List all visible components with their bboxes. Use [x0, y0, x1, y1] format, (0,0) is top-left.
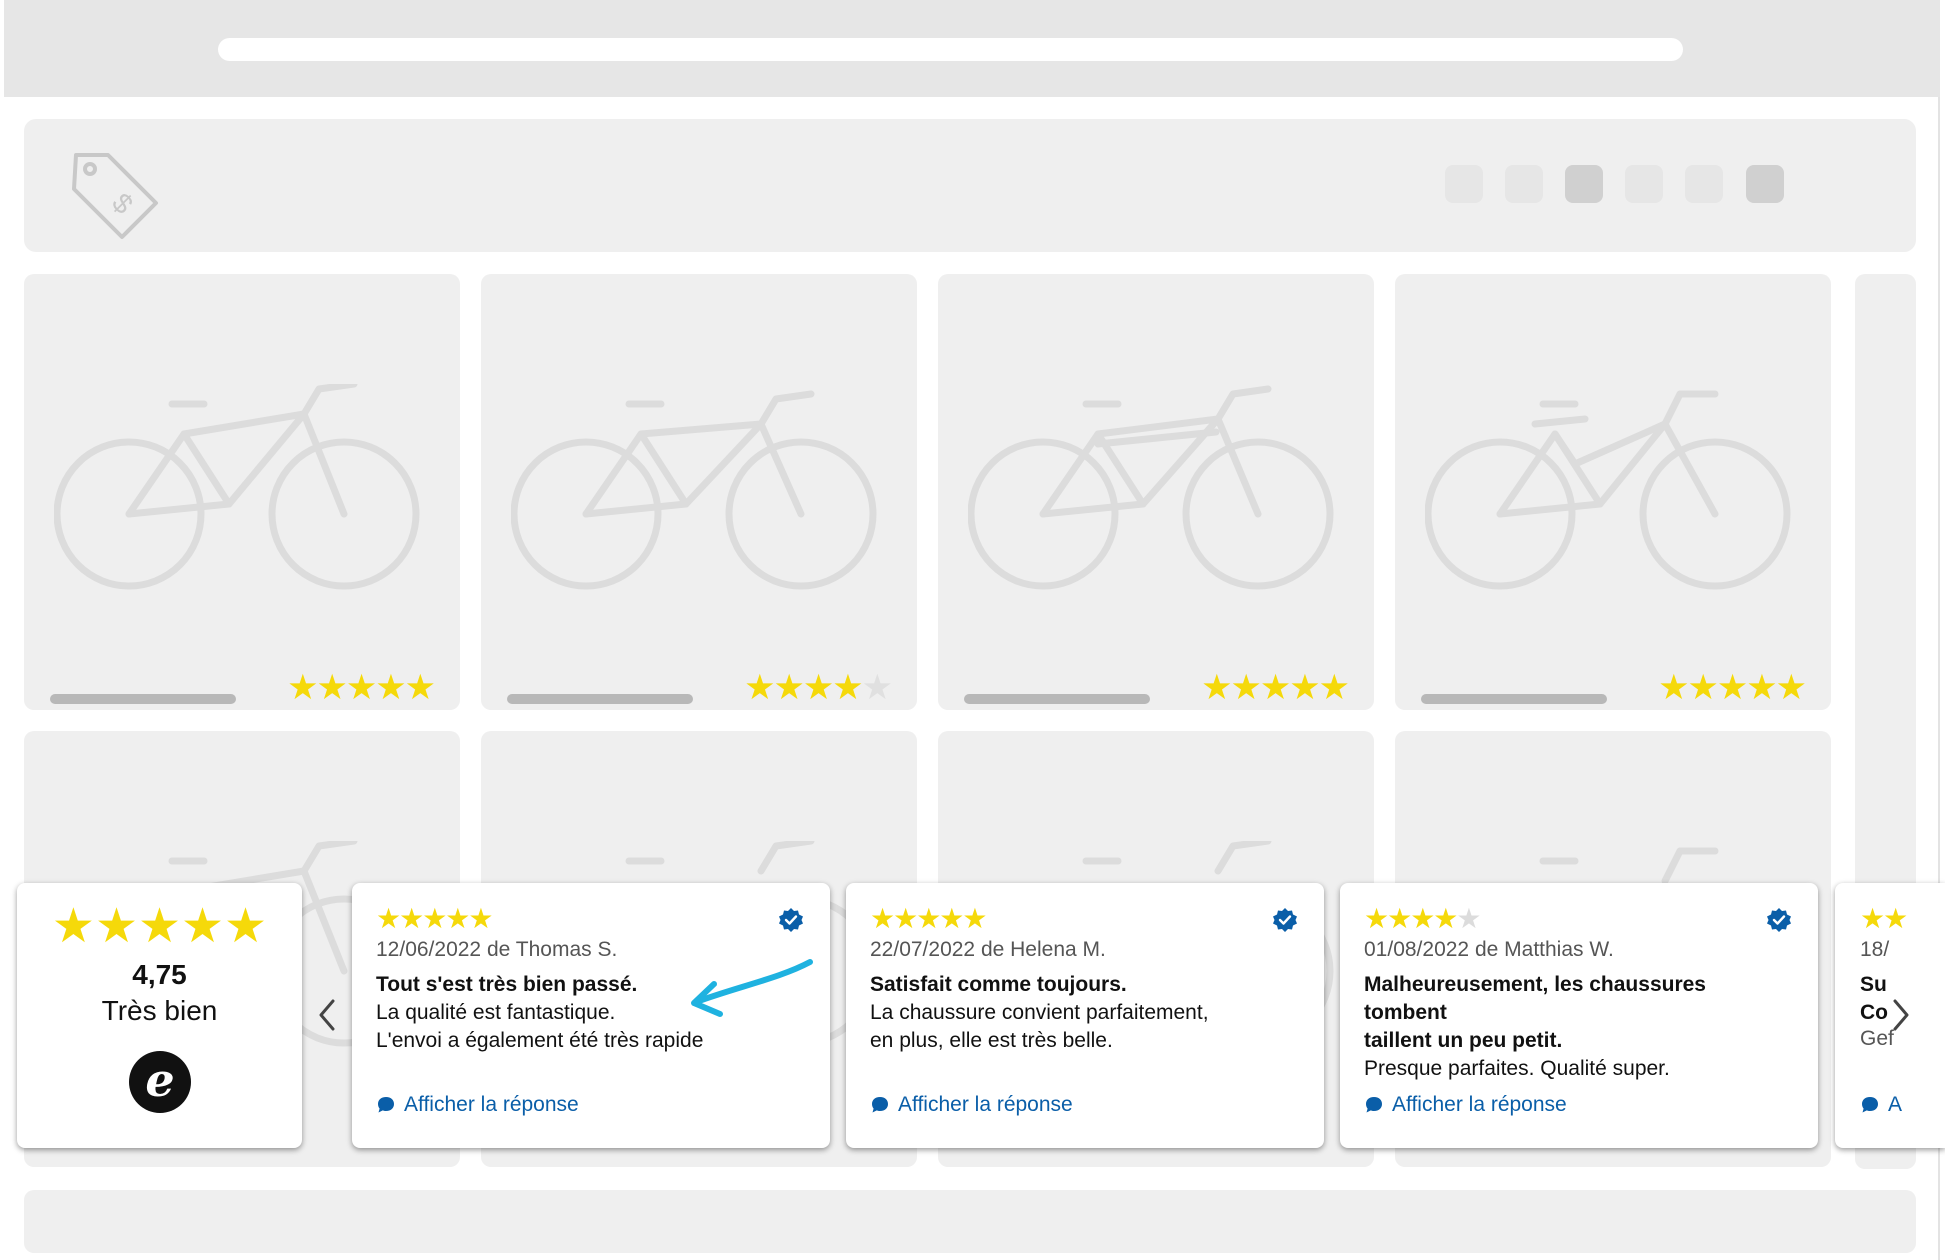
review-title-line: taillent un peu petit. [1364, 1029, 1563, 1052]
review-text-line: en plus, elle est très belle. [870, 1029, 1113, 1052]
carousel-next-button[interactable] [1885, 995, 1915, 1035]
product-card[interactable]: ★★★★★ [938, 274, 1374, 710]
product-title-placeholder [964, 694, 1150, 704]
speech-bubble-icon [1862, 1097, 1878, 1113]
product-title-placeholder [50, 694, 236, 704]
annotation-arrow-icon [691, 959, 813, 1017]
svg-text:$: $ [106, 187, 139, 220]
carousel-prev-button[interactable] [313, 995, 343, 1035]
browser-toolbar [4, 0, 1940, 97]
show-reply-label: Afficher la réponse [1392, 1093, 1567, 1116]
rating-summary-card[interactable]: ★★★★★ 4,75 Très bien e [17, 883, 302, 1148]
speech-bubble-icon [872, 1097, 888, 1113]
chevron-left-icon [319, 999, 335, 1031]
site-header: $ [24, 119, 1916, 252]
review-title: Satisfait comme toujours. [870, 973, 1127, 996]
verified-badge-icon [1767, 908, 1791, 932]
pagination-dot[interactable] [1685, 165, 1723, 203]
show-reply-link[interactable]: Afficher la réponse [1364, 1093, 1567, 1117]
review-stars: ★★★★★ [1364, 903, 1482, 934]
summary-label: Très bien [101, 995, 218, 1026]
review-card[interactable]: ★★★★★ 01/08/2022 de Matthias W. Malheure… [1340, 883, 1818, 1148]
product-card[interactable]: ★★★★★ [24, 274, 460, 710]
show-reply-label: Afficher la réponse [404, 1093, 579, 1116]
product-card[interactable]: ★★★★★ [481, 274, 917, 710]
trusted-shops-logo[interactable]: e [129, 1051, 191, 1113]
verified-badge-icon [779, 908, 803, 932]
chevron-right-icon [1893, 999, 1909, 1031]
product-rating: ★★★★★ [744, 668, 893, 707]
pagination-dot[interactable] [1625, 165, 1663, 203]
review-card[interactable]: ★★★★★ 22/07/2022 de Helena M. Satisfait … [846, 883, 1324, 1148]
show-reply-label: Afficher la réponse [898, 1093, 1073, 1116]
bicycle-icon [511, 390, 877, 590]
review-title-line: tombent [1364, 1001, 1447, 1024]
review-stars: ★★★★★ [376, 903, 494, 934]
bicycle-icon [1425, 390, 1791, 590]
show-reply-label: A [1888, 1093, 1903, 1116]
review-text-line: La chaussure convient parfaitement, [870, 1001, 1209, 1024]
product-title-placeholder [507, 694, 693, 704]
summary-stars: ★★★★★ [51, 900, 268, 953]
product-rating: ★★★★★ [1201, 668, 1350, 707]
address-bar[interactable] [218, 38, 1683, 61]
product-card[interactable]: ★★★★★ [1395, 274, 1831, 710]
summary-score: 4,75 [132, 959, 187, 990]
speech-bubble-icon [378, 1097, 394, 1113]
speech-bubble-icon [1366, 1097, 1382, 1113]
pagination-dot[interactable] [1445, 165, 1483, 203]
review-title-line: Malheureusement, les chaussures [1364, 973, 1706, 996]
review-title: Su Co [1860, 973, 1888, 1024]
review-meta: 22/07/2022 de Helena M. [870, 938, 1106, 961]
pagination-dot[interactable] [1505, 165, 1543, 203]
site-footer [24, 1190, 1916, 1253]
pagination-dot-active[interactable] [1565, 165, 1603, 203]
product-rating: ★★★★★ [1658, 668, 1807, 707]
review-stars: ★★★★★ [870, 903, 988, 934]
product-title-placeholder [1421, 694, 1607, 704]
review-text-line: L'envoi a également été très rapide [376, 1029, 704, 1052]
review-body: Malheureusement, les chaussures tombent … [1364, 971, 1794, 1083]
product-rating: ★★★★★ [287, 668, 436, 707]
review-body: Satisfait comme toujours. La chaussure c… [870, 971, 1300, 1055]
show-reply-link[interactable]: Afficher la réponse [376, 1093, 579, 1117]
pagination-dot-active[interactable] [1746, 165, 1784, 203]
verified-badge-icon [1273, 908, 1297, 932]
show-reply-link[interactable]: Afficher la réponse [870, 1093, 1073, 1117]
review-meta: 01/08/2022 de Matthias W. [1364, 938, 1614, 961]
review-text-line: Presque parfaites. Qualité super. [1364, 1057, 1670, 1080]
review-meta: 18/ [1860, 938, 1890, 961]
show-reply-link[interactable]: A [1860, 1093, 1902, 1117]
bicycle-icon [968, 385, 1334, 590]
review-stars: ★★ [1860, 903, 1908, 934]
bicycle-icon [54, 384, 420, 590]
price-tag-icon[interactable]: $ [64, 147, 164, 247]
review-meta: 12/06/2022 de Thomas S. [376, 938, 618, 961]
